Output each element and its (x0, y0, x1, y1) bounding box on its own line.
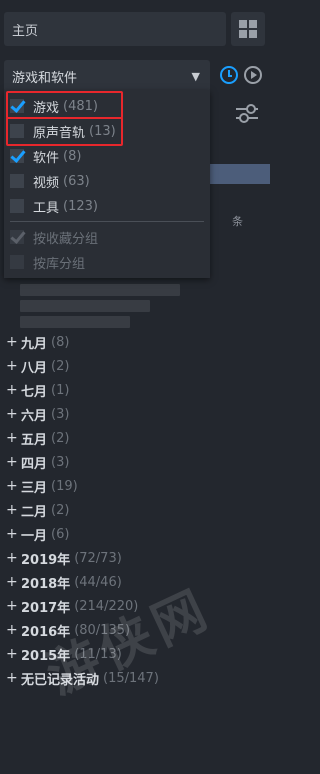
group-count: (3) (51, 406, 70, 422)
group-count: (6) (51, 526, 70, 542)
blurred-game-row[interactable] (20, 284, 180, 296)
expand-plus-icon[interactable]: + (6, 622, 19, 638)
group-count: (44/46) (74, 574, 122, 590)
blurred-game-row[interactable] (20, 316, 130, 328)
software-checkbox[interactable] (10, 149, 24, 163)
grid-view-icon[interactable] (231, 12, 265, 46)
expand-plus-icon[interactable]: + (6, 526, 19, 542)
collection-filter-dropdown[interactable]: 游戏和软件 ▼ (4, 60, 210, 92)
collapsible-group-row[interactable]: + 三月 (19) (6, 476, 78, 496)
group-label: 2018年 (21, 576, 71, 592)
expand-plus-icon[interactable]: + (6, 334, 19, 350)
group-by-library-checkbox[interactable] (10, 255, 24, 269)
option-label: 视频 (33, 175, 60, 191)
highlight-box-soundtracks (6, 117, 123, 146)
group-by-collection-checkbox[interactable] (10, 230, 24, 244)
group-label: 2019年 (21, 552, 71, 568)
group-label: 一月 (21, 528, 48, 544)
option-group-by-collection[interactable]: 按收藏分组 (10, 226, 98, 248)
play-icon[interactable] (244, 66, 262, 84)
highlight-box-games (6, 91, 123, 119)
dropdown-selected-label: 游戏和软件 (12, 70, 78, 86)
group-label: 八月 (21, 360, 48, 376)
filter-sliders-icon[interactable] (236, 104, 258, 123)
partial-row-text: 条 (232, 215, 243, 228)
blurred-game-row[interactable] (20, 300, 150, 312)
option-software[interactable]: 软件 (8) (10, 145, 81, 167)
home-button[interactable]: 主页 (4, 12, 226, 46)
collapsible-group-row[interactable]: + 七月 (1) (6, 380, 69, 400)
menu-divider (10, 221, 204, 222)
group-label: 九月 (21, 336, 48, 352)
option-tools[interactable]: 工具 (123) (10, 195, 98, 217)
group-label: 四月 (21, 456, 48, 472)
collapsible-group-row[interactable]: + 九月 (8) (6, 332, 69, 352)
option-label: 按库分组 (33, 256, 86, 272)
option-count: (123) (63, 198, 98, 214)
recent-clock-icon[interactable] (220, 66, 238, 84)
group-label: 2017年 (21, 600, 71, 616)
expand-plus-icon[interactable]: + (6, 646, 19, 662)
collapsible-group-row[interactable]: +2019年 (72/73) (6, 548, 122, 568)
expand-plus-icon[interactable]: + (6, 478, 19, 494)
expand-plus-icon[interactable]: + (6, 574, 19, 590)
collapsible-group-row[interactable]: + 四月 (3) (6, 452, 69, 472)
tools-checkbox[interactable] (10, 199, 24, 213)
selected-library-row[interactable] (210, 164, 270, 184)
expand-plus-icon[interactable]: + (6, 670, 19, 686)
option-group-by-library[interactable]: 按库分组 (10, 251, 85, 273)
expand-plus-icon[interactable]: + (6, 358, 19, 374)
collapsible-group-row[interactable]: + 八月 (2) (6, 356, 69, 376)
videos-checkbox[interactable] (10, 174, 24, 188)
expand-plus-icon[interactable]: + (6, 550, 19, 566)
expand-plus-icon[interactable]: + (6, 406, 19, 422)
group-label: 六月 (21, 408, 48, 424)
group-count: (2) (51, 358, 70, 374)
option-count: (63) (63, 173, 90, 189)
group-count: (2) (51, 502, 70, 518)
option-label: 按收藏分组 (33, 231, 99, 247)
option-label: 软件 (33, 150, 60, 166)
expand-plus-icon[interactable]: + (6, 382, 19, 398)
group-count: (2) (51, 430, 70, 446)
group-label: 五月 (21, 432, 48, 448)
collapsible-group-row[interactable]: + 六月 (3) (6, 404, 69, 424)
group-label: 七月 (21, 384, 48, 400)
chevron-down-icon: ▼ (191, 70, 200, 83)
home-label: 主页 (12, 23, 39, 39)
collapsible-group-row[interactable]: + 五月 (2) (6, 428, 69, 448)
option-label: 工具 (33, 200, 60, 216)
option-count: (8) (63, 148, 82, 164)
group-label: 二月 (21, 504, 48, 520)
group-count: (72/73) (74, 550, 122, 566)
expand-plus-icon[interactable]: + (6, 598, 19, 614)
top-bar: 主页 (0, 0, 270, 56)
group-count: (19) (51, 478, 78, 494)
group-count: (3) (51, 454, 70, 470)
collapsible-group-row[interactable]: +2018年 (44/46) (6, 572, 122, 592)
group-count: (1) (51, 382, 70, 398)
expand-plus-icon[interactable]: + (6, 454, 19, 470)
group-label: 三月 (21, 480, 48, 496)
collapsible-group-row[interactable]: + 一月 (6) (6, 524, 69, 544)
option-videos[interactable]: 视频 (63) (10, 170, 90, 192)
group-count: (8) (51, 334, 70, 350)
expand-plus-icon[interactable]: + (6, 430, 19, 446)
expand-plus-icon[interactable]: + (6, 502, 19, 518)
collapsible-group-row[interactable]: + 二月 (2) (6, 500, 69, 520)
